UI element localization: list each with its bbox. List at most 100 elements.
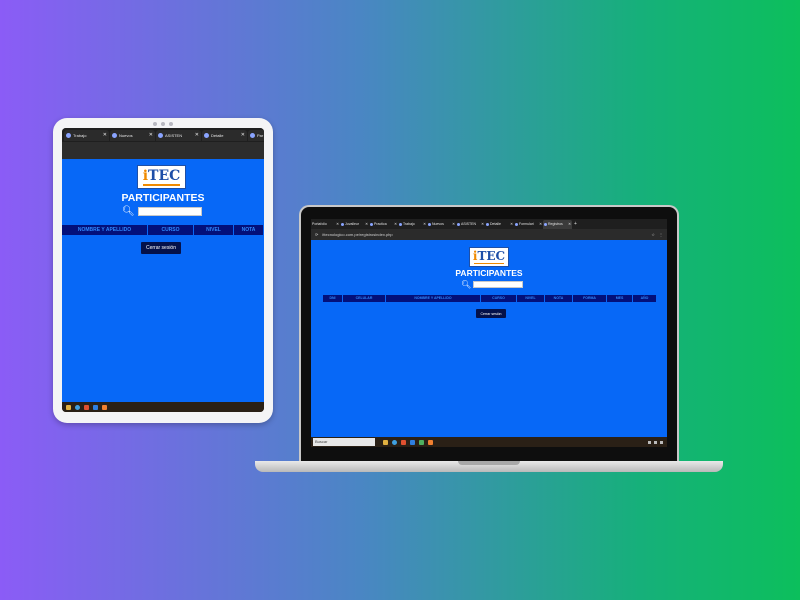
tab-favicon-icon — [341, 222, 344, 226]
laptop-tab[interactable]: Juvalleur ✕ — [340, 220, 369, 229]
brave-icon[interactable] — [84, 404, 89, 410]
tab-favicon-icon — [204, 132, 209, 138]
tablet-tab[interactable]: Nuevos ✕ — [110, 129, 155, 141]
tab-favicon-icon — [544, 222, 547, 226]
tab-favicon-icon — [66, 132, 71, 138]
laptop-tab[interactable]: Nuevos ✕ — [427, 220, 456, 229]
close-icon[interactable]: ✕ — [568, 222, 571, 226]
tablet-camera — [153, 122, 173, 126]
laptop-web-page: iTEC PARTICIPANTES 🔍︎ DNI CELULAR NOMBRE… — [311, 240, 667, 437]
network-icon[interactable] — [648, 440, 651, 444]
new-tab-icon[interactable]: + — [572, 221, 577, 227]
logo-text: iTEC — [142, 167, 181, 184]
laptop-tab[interactable]: ASISTEN ✕ — [456, 220, 485, 229]
search-input[interactable] — [473, 281, 524, 288]
laptop-address-bar[interactable]: ⟳ ittecnologico.com.pe/registrosindex.ph… — [311, 229, 667, 240]
close-icon[interactable]: ✕ — [365, 222, 368, 226]
laptop-tab[interactable]: Formulari ✕ — [514, 220, 543, 229]
volume-icon[interactable] — [654, 440, 657, 444]
tab-favicon-icon — [370, 222, 373, 226]
tab-favicon-icon — [515, 222, 518, 226]
itec-logo: iTEC — [469, 247, 509, 267]
tablet-web-page: iTEC PARTICIPANTES 🔍︎ NOMBRE Y APELLIDO … — [62, 159, 264, 402]
tablet-tab[interactable]: Par — [248, 129, 264, 141]
close-icon[interactable]: ✕ — [423, 222, 426, 226]
folder-icon[interactable] — [383, 439, 388, 445]
battery-icon[interactable] — [660, 440, 663, 444]
folder-icon[interactable] — [66, 404, 71, 410]
laptop-tab-active[interactable]: Registros ✕ — [543, 219, 572, 229]
system-tray — [648, 440, 667, 444]
column-header: MES — [607, 295, 633, 302]
tab-favicon-icon — [112, 132, 117, 138]
page-title: PARTICIPANTES — [455, 268, 523, 278]
search-row: 🔍︎ — [461, 280, 524, 289]
star-icon[interactable]: ☆ — [651, 232, 655, 237]
laptop-tab[interactable]: Detalle ✕ — [485, 220, 514, 229]
close-icon[interactable]: ✕ — [452, 222, 455, 226]
tab-favicon-icon — [250, 132, 255, 138]
edge-icon[interactable] — [75, 404, 80, 410]
column-header: CELULAR — [343, 295, 386, 302]
laptop-screen: Portafolio ✕ Juvalleur ✕ Practica ✕ Trabajo… — [311, 219, 667, 447]
tablet-tab[interactable]: Trabajo ✕ — [64, 129, 109, 141]
close-icon[interactable]: ✕ — [481, 222, 484, 226]
menu-icon[interactable]: ⋮ — [659, 232, 663, 237]
itec-logo: iTEC — [137, 165, 186, 189]
taskbar-search[interactable]: Buscar — [313, 438, 375, 446]
tablet-tab[interactable]: Detalle ✕ — [202, 129, 247, 141]
laptop-tab[interactable]: Portafolio ✕ — [311, 220, 340, 229]
laptop-device: Portafolio ✕ Juvalleur ✕ Practica ✕ Trabajo… — [299, 205, 679, 461]
chrome-icon[interactable] — [419, 439, 424, 445]
search-row: 🔍︎ — [122, 206, 202, 217]
column-header: NIVEL — [194, 225, 234, 235]
close-icon[interactable]: ✕ — [149, 132, 153, 138]
laptop-tab[interactable]: Trabajo ✕ — [398, 220, 427, 229]
close-icon[interactable]: ✕ — [336, 222, 339, 226]
close-icon[interactable]: ✕ — [195, 132, 199, 138]
logout-button[interactable]: Cerrar sesión — [141, 242, 181, 254]
tab-favicon-icon — [486, 222, 489, 226]
tab-favicon-icon — [399, 222, 402, 226]
column-header: CURSO — [481, 295, 517, 302]
laptop-notch — [458, 461, 520, 465]
search-icon: 🔍︎ — [461, 280, 472, 289]
tablet-address-bar[interactable] — [62, 142, 264, 159]
column-header: AÑO — [633, 295, 657, 302]
tablet-device: Trabajo ✕ Nuevos ✕ ASISTEN ✕ Detalle ✕ Par i… — [53, 118, 273, 423]
close-icon[interactable]: ✕ — [510, 222, 513, 226]
column-header: NOMBRE Y APELLIDO — [386, 295, 481, 302]
taskbar-apps — [383, 439, 433, 445]
column-header: NIVEL — [517, 295, 545, 302]
page-title: PARTICIPANTES — [121, 192, 205, 204]
table-header: NOMBRE Y APELLIDO CURSO NIVEL NOTA — [62, 225, 264, 235]
search-input[interactable] — [137, 207, 202, 216]
reload-icon[interactable]: ⟳ — [315, 232, 318, 237]
brave-icon[interactable] — [401, 439, 406, 445]
laptop-tab-strip: Portafolio ✕ Juvalleur ✕ Practica ✕ Trabajo… — [311, 219, 667, 229]
close-icon[interactable]: ✕ — [394, 222, 397, 226]
laptop-tab[interactable]: Practica ✕ — [369, 220, 398, 229]
app-icon[interactable] — [428, 439, 433, 445]
close-icon[interactable]: ✕ — [539, 222, 542, 226]
search-icon: 🔍︎ — [122, 206, 135, 217]
close-icon[interactable]: ✕ — [103, 132, 107, 138]
column-header: NOTA — [234, 225, 264, 235]
logout-button[interactable]: Cerrar sesión — [476, 309, 506, 318]
url-text[interactable]: ittecnologico.com.pe/registrosindex.php — [322, 232, 647, 237]
vscode-icon[interactable] — [93, 404, 98, 410]
tablet-screen: Trabajo ✕ Nuevos ✕ ASISTEN ✕ Detalle ✕ Par i… — [62, 128, 264, 412]
column-header: FORMA — [573, 295, 607, 302]
tablet-tab-strip: Trabajo ✕ Nuevos ✕ ASISTEN ✕ Detalle ✕ Par — [62, 128, 264, 142]
tab-favicon-icon — [158, 132, 163, 138]
column-header: NOTA — [545, 295, 573, 302]
vscode-icon[interactable] — [410, 439, 415, 445]
app-icon[interactable] — [102, 404, 107, 410]
table-header: DNI CELULAR NOMBRE Y APELLIDO CURSO NIVE… — [323, 295, 657, 302]
laptop-taskbar: Buscar — [311, 437, 667, 447]
logo-underline — [142, 183, 181, 186]
edge-icon[interactable] — [392, 439, 397, 445]
tablet-taskbar — [62, 402, 264, 412]
close-icon[interactable]: ✕ — [241, 132, 245, 138]
tablet-tab[interactable]: ASISTEN ✕ — [156, 129, 201, 141]
